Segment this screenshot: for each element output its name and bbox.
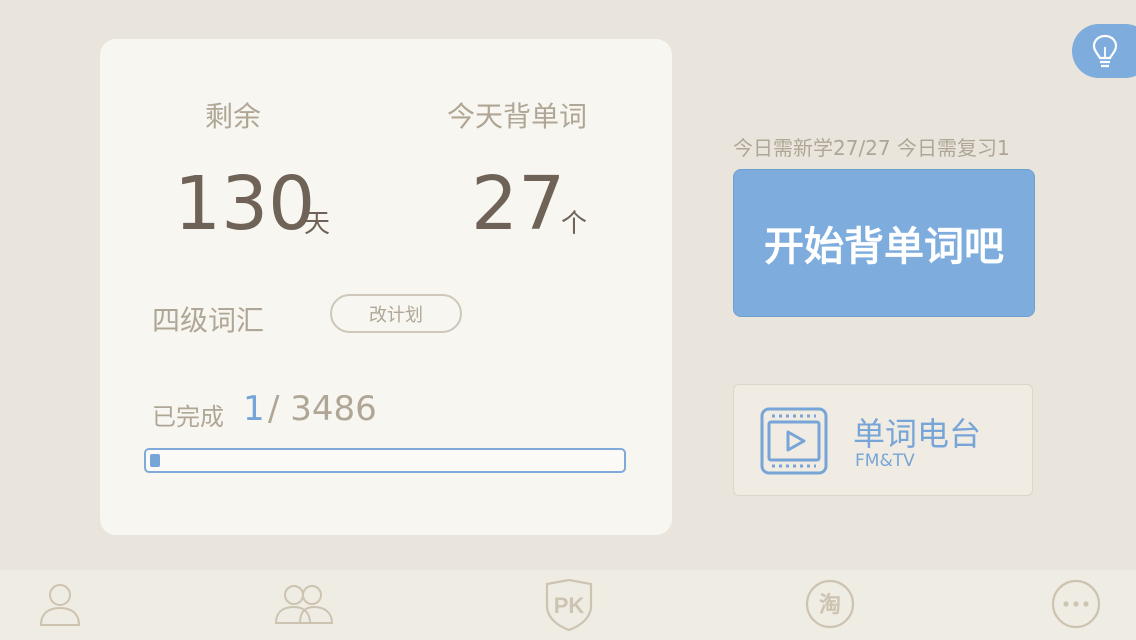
today-task-info: 今日需新学27/27 今日需复习1 — [733, 136, 1010, 160]
today-word-count: 27 — [471, 161, 566, 247]
taobao-icon: 淘 — [804, 579, 856, 634]
pk-text: PK — [554, 593, 585, 618]
total-count: / 3486 — [268, 389, 377, 429]
more-icon — [1050, 579, 1102, 634]
tab-friends[interactable] — [272, 578, 336, 632]
word-radio-button[interactable]: 单词电台 FM&TV — [733, 384, 1033, 496]
tab-taobao[interactable]: 淘 — [804, 578, 856, 634]
video-icon — [760, 407, 828, 479]
vocab-book-name: 四级词汇 — [152, 304, 265, 337]
progress-fill — [150, 454, 160, 467]
remaining-days: 130 — [174, 161, 316, 247]
progress-bar — [144, 448, 626, 473]
tab-more[interactable] — [1050, 578, 1102, 634]
pk-icon: PK — [542, 578, 596, 636]
completed-count: 1 — [243, 389, 265, 429]
radio-subtitle: FM&TV — [855, 451, 915, 471]
bottom-tab-bar: PK 淘 — [0, 570, 1136, 640]
radio-title: 单词电台 — [853, 415, 982, 453]
tab-pk[interactable]: PK — [542, 578, 596, 636]
change-plan-button[interactable]: 改计划 — [330, 294, 462, 333]
friends-icon — [272, 585, 336, 632]
completed-label: 已完成 — [152, 403, 224, 431]
tips-button[interactable] — [1072, 24, 1136, 78]
today-unit: 个 — [561, 209, 588, 239]
today-label: 今天背单词 — [447, 100, 588, 133]
taobao-text: 淘 — [819, 592, 841, 618]
plan-card: 剩余 130 天 今天背单词 27 个 四级词汇 改计划 已完成 1 / 348… — [100, 39, 672, 535]
remaining-label: 剩余 — [205, 100, 262, 133]
profile-icon — [36, 584, 84, 632]
remaining-unit: 天 — [304, 209, 331, 239]
start-learning-button[interactable]: 开始背单词吧 — [733, 169, 1035, 317]
tab-profile[interactable] — [36, 578, 84, 632]
